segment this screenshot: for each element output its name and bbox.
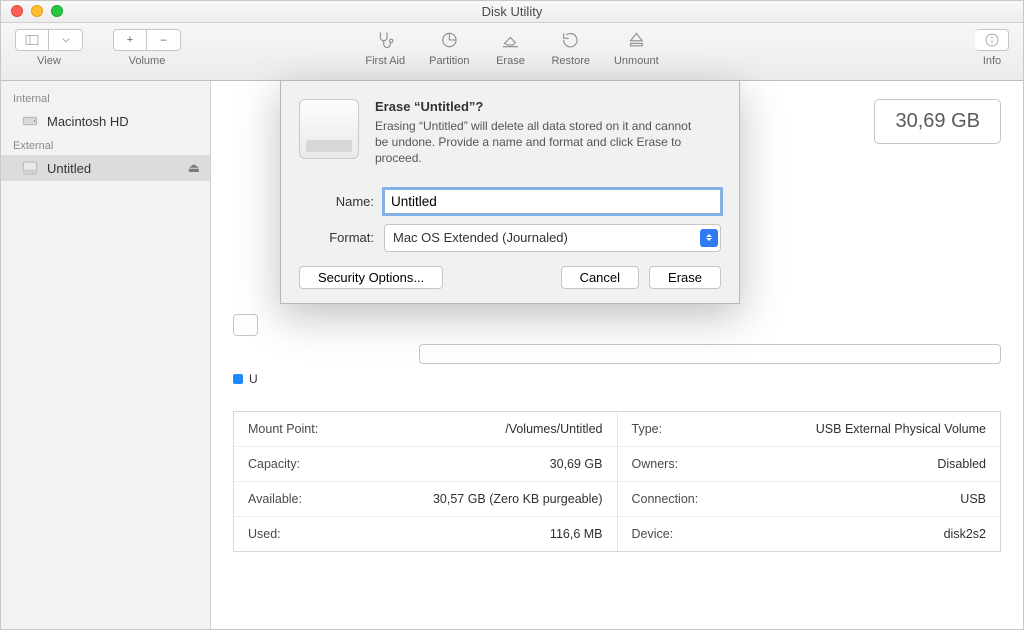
info-value: USB bbox=[960, 492, 986, 506]
toolbar: View + – Volume First Aid Partition Eras… bbox=[1, 23, 1023, 81]
sidebar-heading-external: External bbox=[1, 134, 210, 155]
volume-remove-button[interactable]: – bbox=[147, 29, 181, 51]
toolbar-volume-group: + – Volume bbox=[113, 29, 181, 67]
erase-tool[interactable]: Erase bbox=[493, 29, 527, 67]
sidebar-item-macintosh-hd[interactable]: Macintosh HD bbox=[1, 108, 210, 134]
partition-icon bbox=[432, 29, 466, 51]
titlebar: Disk Utility bbox=[1, 1, 1023, 23]
dialog-body: Erasing “Untitled” will delete all data … bbox=[375, 118, 705, 167]
external-disk-icon bbox=[21, 159, 39, 177]
disk-large-icon bbox=[299, 99, 359, 159]
info-key: Device: bbox=[632, 527, 674, 541]
info-button[interactable] bbox=[975, 29, 1009, 51]
view-sidebar-button[interactable] bbox=[15, 29, 49, 51]
info-row-used: Used: 116,6 MB bbox=[234, 517, 617, 551]
info-table: Mount Point: /Volumes/Untitled Capacity: 3… bbox=[233, 411, 1001, 552]
updown-arrows-icon bbox=[700, 229, 718, 247]
dialog-title: Erase “Untitled”? bbox=[375, 99, 705, 114]
cancel-button[interactable]: Cancel bbox=[561, 266, 639, 289]
sidebar: Internal Macintosh HD External Untitled … bbox=[1, 81, 211, 629]
usage-dot-icon bbox=[233, 374, 243, 384]
sidebar-heading-internal: Internal bbox=[1, 87, 210, 108]
name-label: Name: bbox=[299, 194, 384, 209]
view-label: View bbox=[37, 55, 61, 67]
toolbar-view-group: View bbox=[15, 29, 83, 67]
stethoscope-icon bbox=[368, 29, 402, 51]
info-key: Capacity: bbox=[248, 457, 300, 471]
info-icon bbox=[984, 32, 1000, 48]
info-value: disk2s2 bbox=[944, 527, 986, 541]
info-row-mountpoint: Mount Point: /Volumes/Untitled bbox=[234, 412, 617, 447]
info-key: Available: bbox=[248, 492, 302, 506]
eject-icon[interactable]: ⏏ bbox=[188, 160, 200, 176]
erase-button[interactable]: Erase bbox=[649, 266, 721, 289]
volume-label: Volume bbox=[129, 55, 166, 67]
unmount-icon bbox=[619, 29, 653, 51]
restore-tool[interactable]: Restore bbox=[551, 29, 590, 67]
maximize-window-icon[interactable] bbox=[51, 5, 63, 17]
info-key: Type: bbox=[632, 422, 663, 436]
info-row-device: Device: disk2s2 bbox=[618, 517, 1001, 551]
restore-label: Restore bbox=[551, 55, 590, 67]
security-options-button[interactable]: Security Options... bbox=[299, 266, 443, 289]
info-key: Mount Point: bbox=[248, 422, 318, 436]
toolbar-info-group: Info bbox=[975, 29, 1009, 67]
sidebar-icon bbox=[24, 32, 40, 48]
info-row-available: Available: 30,57 GB (Zero KB purgeable) bbox=[234, 482, 617, 517]
window: Disk Utility View + – Volume bbox=[0, 0, 1024, 630]
volume-size-badge: 30,69 GB bbox=[874, 99, 1001, 144]
erase-icon bbox=[493, 29, 527, 51]
info-label: Info bbox=[983, 55, 1001, 67]
info-value: 116,6 MB bbox=[550, 527, 603, 541]
info-col-right: Type: USB External Physical Volume Owners… bbox=[618, 412, 1001, 551]
minimize-window-icon[interactable] bbox=[31, 5, 43, 17]
info-key: Owners: bbox=[632, 457, 679, 471]
info-col-left: Mount Point: /Volumes/Untitled Capacity: 3… bbox=[234, 412, 618, 551]
sidebar-item-label: Untitled bbox=[47, 161, 91, 176]
chevron-down-icon bbox=[58, 32, 74, 48]
info-value: /Volumes/Untitled bbox=[505, 422, 602, 436]
firstaid-tool[interactable]: First Aid bbox=[365, 29, 405, 67]
internal-disk-icon bbox=[21, 112, 39, 130]
format-label: Format: bbox=[299, 230, 384, 245]
partition-tool[interactable]: Partition bbox=[429, 29, 469, 67]
info-row-connection: Connection: USB bbox=[618, 482, 1001, 517]
unmount-label: Unmount bbox=[614, 55, 659, 67]
sidebar-item-untitled[interactable]: Untitled ⏏ bbox=[1, 155, 210, 181]
info-row-capacity: Capacity: 30,69 GB bbox=[234, 447, 617, 482]
info-row-owners: Owners: Disabled bbox=[618, 447, 1001, 482]
info-value: Disabled bbox=[937, 457, 986, 471]
info-row-type: Type: USB External Physical Volume bbox=[618, 412, 1001, 447]
info-value: USB External Physical Volume bbox=[816, 422, 986, 436]
erase-label: Erase bbox=[496, 55, 525, 67]
usage-legend-fragment: U bbox=[249, 372, 258, 386]
info-value: 30,57 GB (Zero KB purgeable) bbox=[433, 492, 603, 506]
sidebar-item-label: Macintosh HD bbox=[47, 114, 129, 129]
view-dropdown-button[interactable] bbox=[49, 29, 83, 51]
usage-bar bbox=[419, 344, 1001, 364]
info-value: 30,69 GB bbox=[550, 457, 603, 471]
window-title: Disk Utility bbox=[482, 4, 543, 19]
toolbar-center: First Aid Partition Erase Restore Unmoun… bbox=[365, 29, 658, 67]
volume-add-button[interactable]: + bbox=[113, 29, 147, 51]
format-select[interactable]: Mac OS Extended (Journaled) bbox=[384, 224, 721, 252]
name-input[interactable] bbox=[384, 189, 721, 214]
partition-label: Partition bbox=[429, 55, 469, 67]
format-value: Mac OS Extended (Journaled) bbox=[393, 230, 568, 245]
restore-icon bbox=[554, 29, 588, 51]
info-key: Connection: bbox=[632, 492, 699, 506]
volume-subtitle-fragment: d) bbox=[703, 149, 1001, 164]
unmount-tool[interactable]: Unmount bbox=[614, 29, 659, 67]
traffic-lights bbox=[11, 5, 63, 17]
firstaid-label: First Aid bbox=[365, 55, 405, 67]
close-window-icon[interactable] bbox=[11, 5, 23, 17]
usage-segment-button[interactable] bbox=[233, 314, 258, 336]
info-key: Used: bbox=[248, 527, 281, 541]
erase-dialog: Erase “Untitled”? Erasing “Untitled” wil… bbox=[280, 80, 740, 304]
